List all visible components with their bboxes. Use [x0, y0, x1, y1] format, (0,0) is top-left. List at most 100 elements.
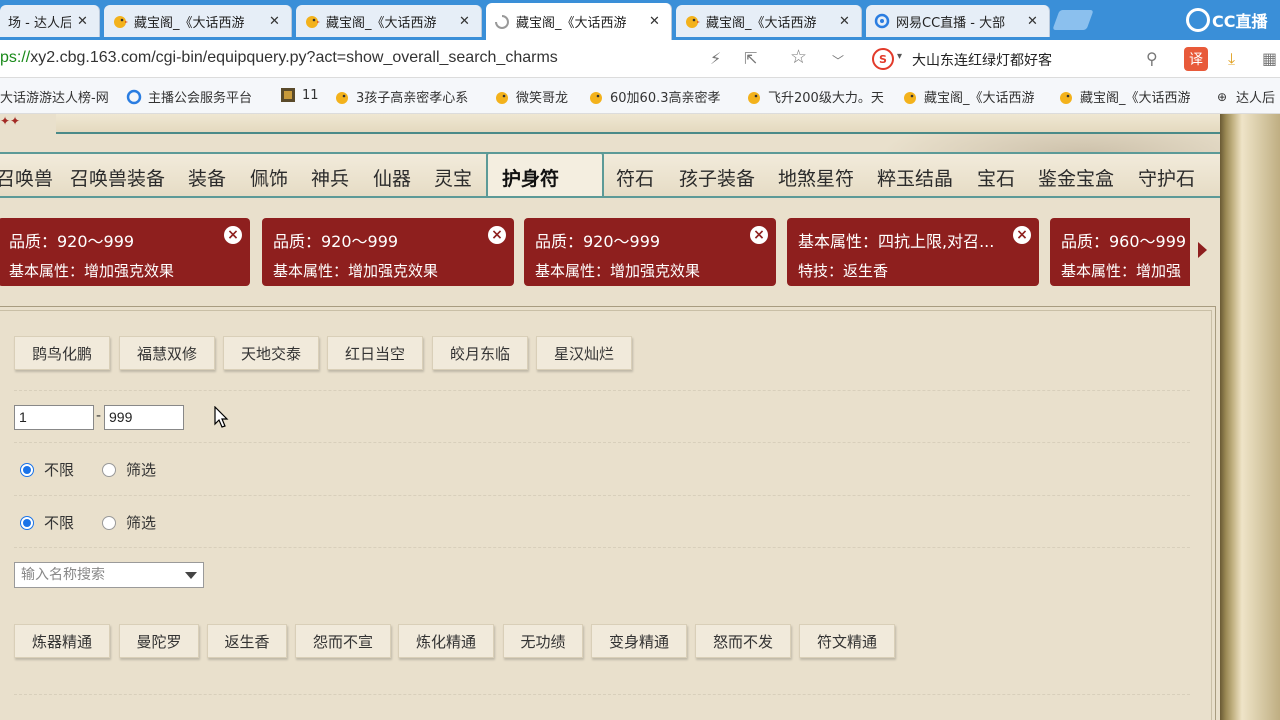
globe-icon: ⊕	[1216, 89, 1228, 104]
close-icon[interactable]: ×	[224, 226, 242, 244]
skill-button[interactable]: 炼器精通	[14, 624, 110, 658]
category-tab[interactable]: 神兵	[311, 164, 349, 191]
skill-button[interactable]: 返生香	[207, 624, 287, 658]
lightning-icon[interactable]: ⚡	[710, 49, 721, 68]
cbg-chick-icon	[684, 13, 700, 29]
close-icon[interactable]: ×	[1013, 226, 1031, 244]
category-tab[interactable]: 灵宝	[434, 164, 472, 191]
filter-chip[interactable]: 品质：920～999 基本属性：增加强克效果 ×	[524, 218, 776, 286]
radio-button[interactable]	[20, 462, 34, 477]
skill-button[interactable]: 炼化精通	[398, 624, 494, 658]
bookmark-item[interactable]: 3孩子高亲密孝心系	[334, 87, 468, 106]
chip-line-1: 品质：920～999	[9, 232, 135, 251]
category-tab[interactable]: 粹玉结晶	[877, 164, 953, 191]
bookmark-label: 11	[302, 87, 319, 103]
category-tab[interactable]: 装备	[188, 164, 226, 191]
tab-title: 藏宝阁_《大话西游	[134, 15, 245, 31]
bookmark-item[interactable]: 藏宝阁_《大话西游	[902, 87, 1035, 106]
skill-button[interactable]: 怨而不宣	[295, 624, 391, 658]
download-icon[interactable]: ⤓	[1228, 49, 1235, 69]
category-tab[interactable]: 佩饰	[250, 164, 288, 191]
search-suggestion[interactable]: 大山东连红绿灯都好客	[912, 50, 1052, 70]
charm-type-button[interactable]: 鹍鸟化鹏	[14, 336, 110, 370]
close-icon[interactable]: ✕	[1027, 14, 1041, 29]
skill-button[interactable]: 无功绩	[503, 624, 583, 658]
caret-down-icon[interactable]: ▾	[897, 51, 902, 62]
bookmark-item[interactable]: ⊕ 达人后	[1214, 87, 1275, 107]
chevron-down-icon[interactable]: ﹀	[832, 52, 844, 69]
radio-group-2: 不限 筛选	[20, 512, 184, 533]
skill-button[interactable]: 符文精通	[799, 624, 895, 658]
bookmark-item[interactable]: 大话游游达人榜-网	[0, 87, 109, 106]
star-icon[interactable]: ☆	[790, 46, 807, 68]
charm-type-button[interactable]: 皎月东临	[432, 336, 528, 370]
skill-button[interactable]: 曼陀罗	[119, 624, 199, 658]
close-icon[interactable]: ✕	[269, 14, 283, 29]
skill-button[interactable]: 变身精通	[591, 624, 687, 658]
browser-tab[interactable]: 藏宝阁_《大话西游 ✕	[676, 5, 862, 37]
grid-icon[interactable]: ▦	[1262, 49, 1277, 68]
filter-chip[interactable]: 品质：920～999 基本属性：增加强克效果 ×	[0, 218, 250, 286]
filter-chip[interactable]: 品质：960～999 基本属性：增加强	[1050, 218, 1190, 286]
tab-title: 藏宝阁_《大话西游	[706, 15, 817, 31]
charm-type-button[interactable]: 红日当空	[327, 336, 423, 370]
bookmark-item[interactable]: 主播公会服务平台	[126, 87, 252, 106]
chip-line-2: 基本属性：增加强	[1061, 262, 1182, 280]
close-icon[interactable]: ×	[488, 226, 506, 244]
name-search-select[interactable]: 输入名称搜索	[14, 562, 204, 588]
category-tab[interactable]: 守护石	[1138, 164, 1195, 191]
charm-type-button[interactable]: 天地交泰	[223, 336, 319, 370]
range-min-input[interactable]: 1	[14, 405, 94, 430]
search-icon[interactable]: ⚲	[1146, 49, 1158, 68]
bookmark-item[interactable]: 微笑哥龙	[494, 87, 568, 106]
chevron-right-icon[interactable]	[1198, 242, 1207, 258]
chip-line-1: 品质：920～999	[273, 232, 399, 251]
cbg-chick-icon	[746, 89, 762, 105]
close-icon[interactable]: ✕	[77, 14, 91, 29]
share-icon[interactable]: ⇱	[744, 49, 757, 68]
new-tab-button[interactable]	[1052, 10, 1094, 30]
browser-tab[interactable]: 藏宝阁_《大话西游 ✕	[104, 5, 292, 37]
url-scheme: ps://	[0, 49, 31, 66]
browser-tab[interactable]: 网易CC直播 - 大部 ✕	[866, 5, 1050, 37]
bookmark-label: 大话游游达人榜-网	[0, 91, 109, 106]
category-tab[interactable]: 召唤兽装备	[70, 164, 165, 191]
range-max-input[interactable]: 999	[104, 405, 184, 430]
radio-button[interactable]	[20, 515, 34, 530]
close-icon[interactable]: ×	[750, 226, 768, 244]
translate-button[interactable]: 译	[1184, 47, 1208, 71]
chip-line-1: 基本属性：四抗上限,对召...	[798, 232, 995, 251]
category-tab[interactable]: 符石	[616, 164, 654, 191]
category-tab[interactable]: 鉴金宝盒	[1038, 164, 1114, 191]
filter-chip[interactable]: 基本属性：四抗上限,对召... 特技：返生香 ×	[787, 218, 1039, 286]
sogou-search-icon[interactable]: S	[872, 48, 894, 70]
category-bar: 召唤兽 召唤兽装备 装备 佩饰 神兵 仙器 灵宝 护身符 符石 孩子装备 地煞星…	[0, 152, 1220, 198]
category-tab[interactable]: 仙器	[373, 164, 411, 191]
charm-type-button[interactable]: 福慧双修	[119, 336, 215, 370]
browser-tab-active[interactable]: 藏宝阁_《大话西游 ✕	[486, 3, 672, 40]
bookmark-item[interactable]: 11	[280, 87, 319, 103]
chip-line-1: 品质：920～999	[535, 232, 661, 251]
close-icon[interactable]: ✕	[839, 14, 853, 29]
url-field[interactable]: ps://xy2.cbg.163.com/cgi-bin/equipquery.…	[0, 49, 558, 67]
close-icon[interactable]: ✕	[649, 14, 663, 29]
close-icon[interactable]: ✕	[459, 14, 473, 29]
cbg-chick-icon	[902, 89, 918, 105]
charm-type-button[interactable]: 星汉灿烂	[536, 336, 632, 370]
filter-chip[interactable]: 品质：920～999 基本属性：增加强克效果 ×	[262, 218, 514, 286]
chip-line-2: 基本属性：增加强克效果	[535, 262, 701, 280]
category-tab[interactable]: 召唤兽	[0, 164, 53, 191]
browser-tab[interactable]: 藏宝阁_《大话西游 ✕	[296, 5, 482, 37]
bookmark-item[interactable]: 飞升200级大力。天	[746, 87, 884, 106]
bookmark-item[interactable]: 藏宝阁_《大话西游	[1058, 87, 1191, 106]
browser-tab-bar: 场 - 达人后 ✕ 藏宝阁_《大话西游 ✕ 藏宝阁_《大话西游 ✕ 藏宝阁_《大…	[0, 0, 1280, 40]
skill-button[interactable]: 怒而不发	[695, 624, 791, 658]
category-tab-active[interactable]: 护身符	[486, 152, 604, 196]
category-tab[interactable]: 宝石	[977, 164, 1015, 191]
radio-button[interactable]	[102, 462, 117, 477]
radio-button[interactable]	[102, 515, 117, 530]
bookmark-item[interactable]: 60加60.3高亲密孝	[588, 87, 721, 106]
category-tab[interactable]: 孩子装备	[679, 164, 755, 191]
browser-tab[interactable]: 场 - 达人后 ✕	[0, 5, 100, 37]
category-tab[interactable]: 地煞星符	[778, 164, 854, 191]
